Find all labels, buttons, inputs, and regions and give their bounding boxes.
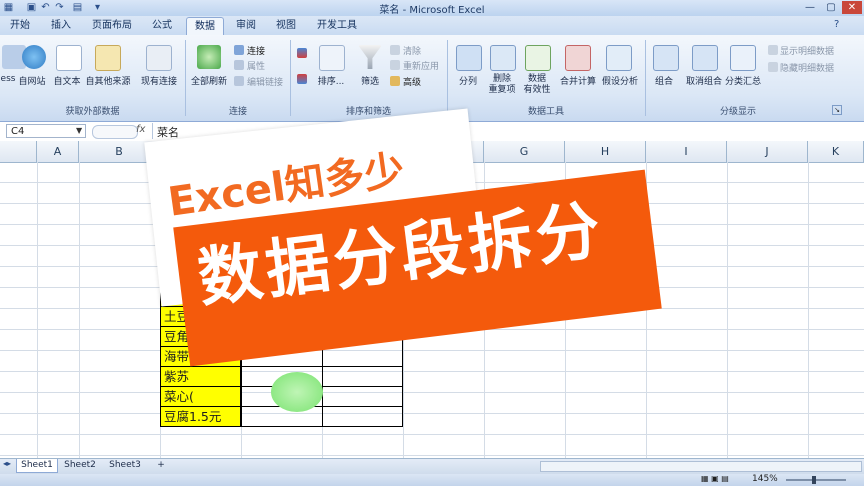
clear-icon[interactable] [390, 45, 400, 55]
sort-ascending-icon[interactable] [297, 48, 307, 58]
consolidate-button[interactable]: 合并计算 [556, 74, 600, 87]
tab-view[interactable]: 视图 [272, 17, 300, 34]
column-header-g[interactable]: G [484, 141, 565, 162]
properties-icon[interactable] [234, 60, 244, 70]
cell-c-row5[interactable]: 紫苏 [160, 366, 241, 387]
sheet-tab-1[interactable]: Sheet1 [16, 459, 58, 473]
other-sources-icon[interactable] [95, 45, 121, 71]
sheet-tab-2[interactable]: Sheet2 [60, 459, 100, 472]
zoom-level[interactable]: 145% [752, 474, 778, 484]
hide-detail-button[interactable]: 隐藏明细数据 [780, 61, 834, 74]
tab-developer[interactable]: 开发工具 [312, 17, 362, 34]
hide-detail-icon[interactable] [768, 62, 778, 72]
help-icon[interactable]: ? [834, 19, 846, 31]
connections-button[interactable]: 连接 [247, 44, 265, 57]
data-validation-button[interactable]: 数据 有效性 [515, 74, 559, 96]
tab-home[interactable]: 开始 [6, 17, 34, 34]
remove-duplicates-icon[interactable] [490, 45, 516, 71]
refresh-all-icon[interactable] [197, 45, 221, 69]
group-label-connections: 连接 [228, 107, 247, 117]
existing-connections-button[interactable]: 现有连接 [137, 74, 181, 87]
tab-review[interactable]: 审阅 [232, 17, 260, 34]
clear-button[interactable]: 清除 [403, 44, 421, 57]
range-divider [241, 406, 403, 407]
name-box[interactable]: C4 [6, 124, 86, 138]
sheet-nav-icon[interactable]: ◂▸ [3, 459, 11, 468]
subtotal-button[interactable]: 分类汇总 [721, 74, 765, 87]
close-icon[interactable]: ✕ [842, 1, 862, 14]
from-other-sources-button[interactable]: 自其他来源 [80, 74, 136, 87]
reapply-icon[interactable] [390, 60, 400, 70]
formula-zoom-icon[interactable] [92, 125, 138, 139]
tab-data[interactable]: 数据 [186, 17, 224, 35]
sort-button[interactable]: 排序... [312, 74, 350, 87]
advanced-filter-button[interactable]: 高级 [403, 75, 421, 88]
existing-connections-icon[interactable] [146, 45, 172, 71]
edit-links-icon[interactable] [234, 76, 244, 86]
ungroup-icon[interactable] [692, 45, 718, 71]
properties-button[interactable]: 属性 [247, 59, 265, 72]
cursor-highlight [271, 372, 323, 412]
minimize-icon[interactable]: — [800, 1, 820, 14]
refresh-all-button[interactable]: 全部刷新 [186, 74, 232, 87]
column-header-j[interactable]: J [727, 141, 808, 162]
consolidate-icon[interactable] [565, 45, 591, 71]
insert-sheet-icon[interactable]: + [152, 459, 170, 472]
group-label-outline: 分级显示 [719, 107, 756, 117]
insert-function-icon[interactable]: fx [136, 124, 145, 135]
web-globe-icon[interactable] [22, 45, 46, 69]
group-label-data-tools: 数据工具 [527, 107, 564, 117]
view-normal-icon[interactable]: ▦ ▣ ▤ [701, 474, 729, 483]
sort-icon[interactable] [319, 45, 345, 71]
what-if-analysis-icon[interactable] [606, 45, 632, 71]
group-label-external-data: 获取外部数据 [65, 107, 120, 117]
edit-links-button[interactable]: 编辑链接 [247, 75, 283, 88]
column-header-a[interactable]: A [37, 141, 79, 162]
horizontal-scrollbar[interactable] [540, 461, 862, 472]
show-detail-icon[interactable] [768, 45, 778, 55]
cell-c-row6[interactable]: 菜心( [160, 386, 241, 407]
group-icon[interactable] [653, 45, 679, 71]
status-bar [0, 474, 864, 486]
tab-insert[interactable]: 插入 [47, 17, 75, 34]
from-web-button[interactable]: 自网站 [14, 74, 50, 87]
data-validation-icon[interactable] [525, 45, 551, 71]
advanced-filter-icon[interactable] [390, 76, 400, 86]
range-divider [241, 366, 403, 367]
window-title: 菜名 - Microsoft Excel [379, 5, 485, 16]
name-box-dropdown-icon[interactable]: ▼ [76, 126, 82, 135]
show-detail-button[interactable]: 显示明细数据 [780, 44, 834, 57]
what-if-analysis-button[interactable]: 假设分析 [598, 74, 642, 87]
filter-button[interactable]: 筛选 [352, 74, 388, 87]
cell-c-row7[interactable]: 豆腐1.5元 [160, 406, 241, 427]
reapply-button[interactable]: 重新应用 [403, 59, 439, 72]
text-file-icon[interactable] [56, 45, 82, 71]
column-header-k[interactable]: K [808, 141, 864, 162]
sort-descending-icon[interactable] [297, 74, 307, 84]
group-button[interactable]: 组合 [647, 74, 681, 87]
text-to-columns-icon[interactable] [456, 45, 482, 71]
tab-page-layout[interactable]: 页面布局 [88, 17, 136, 34]
dialog-launcher-icon[interactable]: ↘ [832, 105, 842, 115]
zoom-slider-thumb[interactable] [812, 476, 816, 484]
subtotal-icon[interactable] [730, 45, 756, 71]
connections-icon[interactable] [234, 45, 244, 55]
tab-formulas[interactable]: 公式 [148, 17, 176, 34]
column-header-h[interactable]: H [565, 141, 646, 162]
zoom-slider[interactable] [786, 479, 846, 481]
column-header-i[interactable]: I [646, 141, 727, 162]
formula-input[interactable]: 菜名 [157, 124, 179, 140]
maximize-icon[interactable]: ▢ [821, 1, 841, 14]
sheet-tab-3[interactable]: Sheet3 [104, 459, 146, 472]
select-all-corner[interactable] [0, 141, 37, 162]
